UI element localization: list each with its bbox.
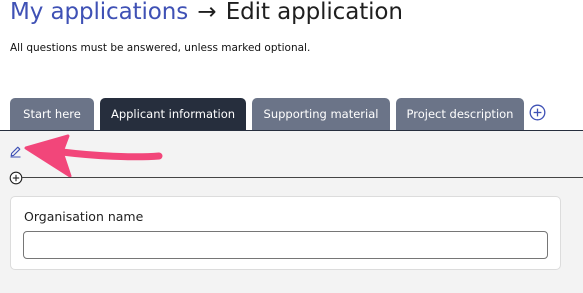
tab-project-description[interactable]: Project description xyxy=(396,98,524,130)
section-divider xyxy=(22,177,583,178)
tab-supporting-material[interactable]: Supporting material xyxy=(252,98,390,130)
tab-applicant-information[interactable]: Applicant information xyxy=(100,98,246,130)
tab-bar: Start here Applicant information Support… xyxy=(10,98,530,130)
tab-start-here[interactable]: Start here xyxy=(10,98,94,130)
pencil-icon[interactable] xyxy=(9,145,22,158)
annotation-arrow xyxy=(24,134,163,178)
add-section-icon[interactable] xyxy=(9,171,23,185)
breadcrumb-my-applications-link[interactable]: My applications xyxy=(10,0,188,25)
organisation-name-input[interactable] xyxy=(23,231,548,259)
page-heading: Edit application xyxy=(225,0,403,25)
add-tab-icon[interactable] xyxy=(529,104,546,121)
instructions-text: All questions must be answered, unless m… xyxy=(10,42,311,54)
organisation-name-card: Organisation name xyxy=(10,196,561,270)
page-title: My applications → Edit application xyxy=(10,0,403,25)
breadcrumb-separator: → xyxy=(197,0,217,25)
organisation-name-label: Organisation name xyxy=(24,209,144,224)
